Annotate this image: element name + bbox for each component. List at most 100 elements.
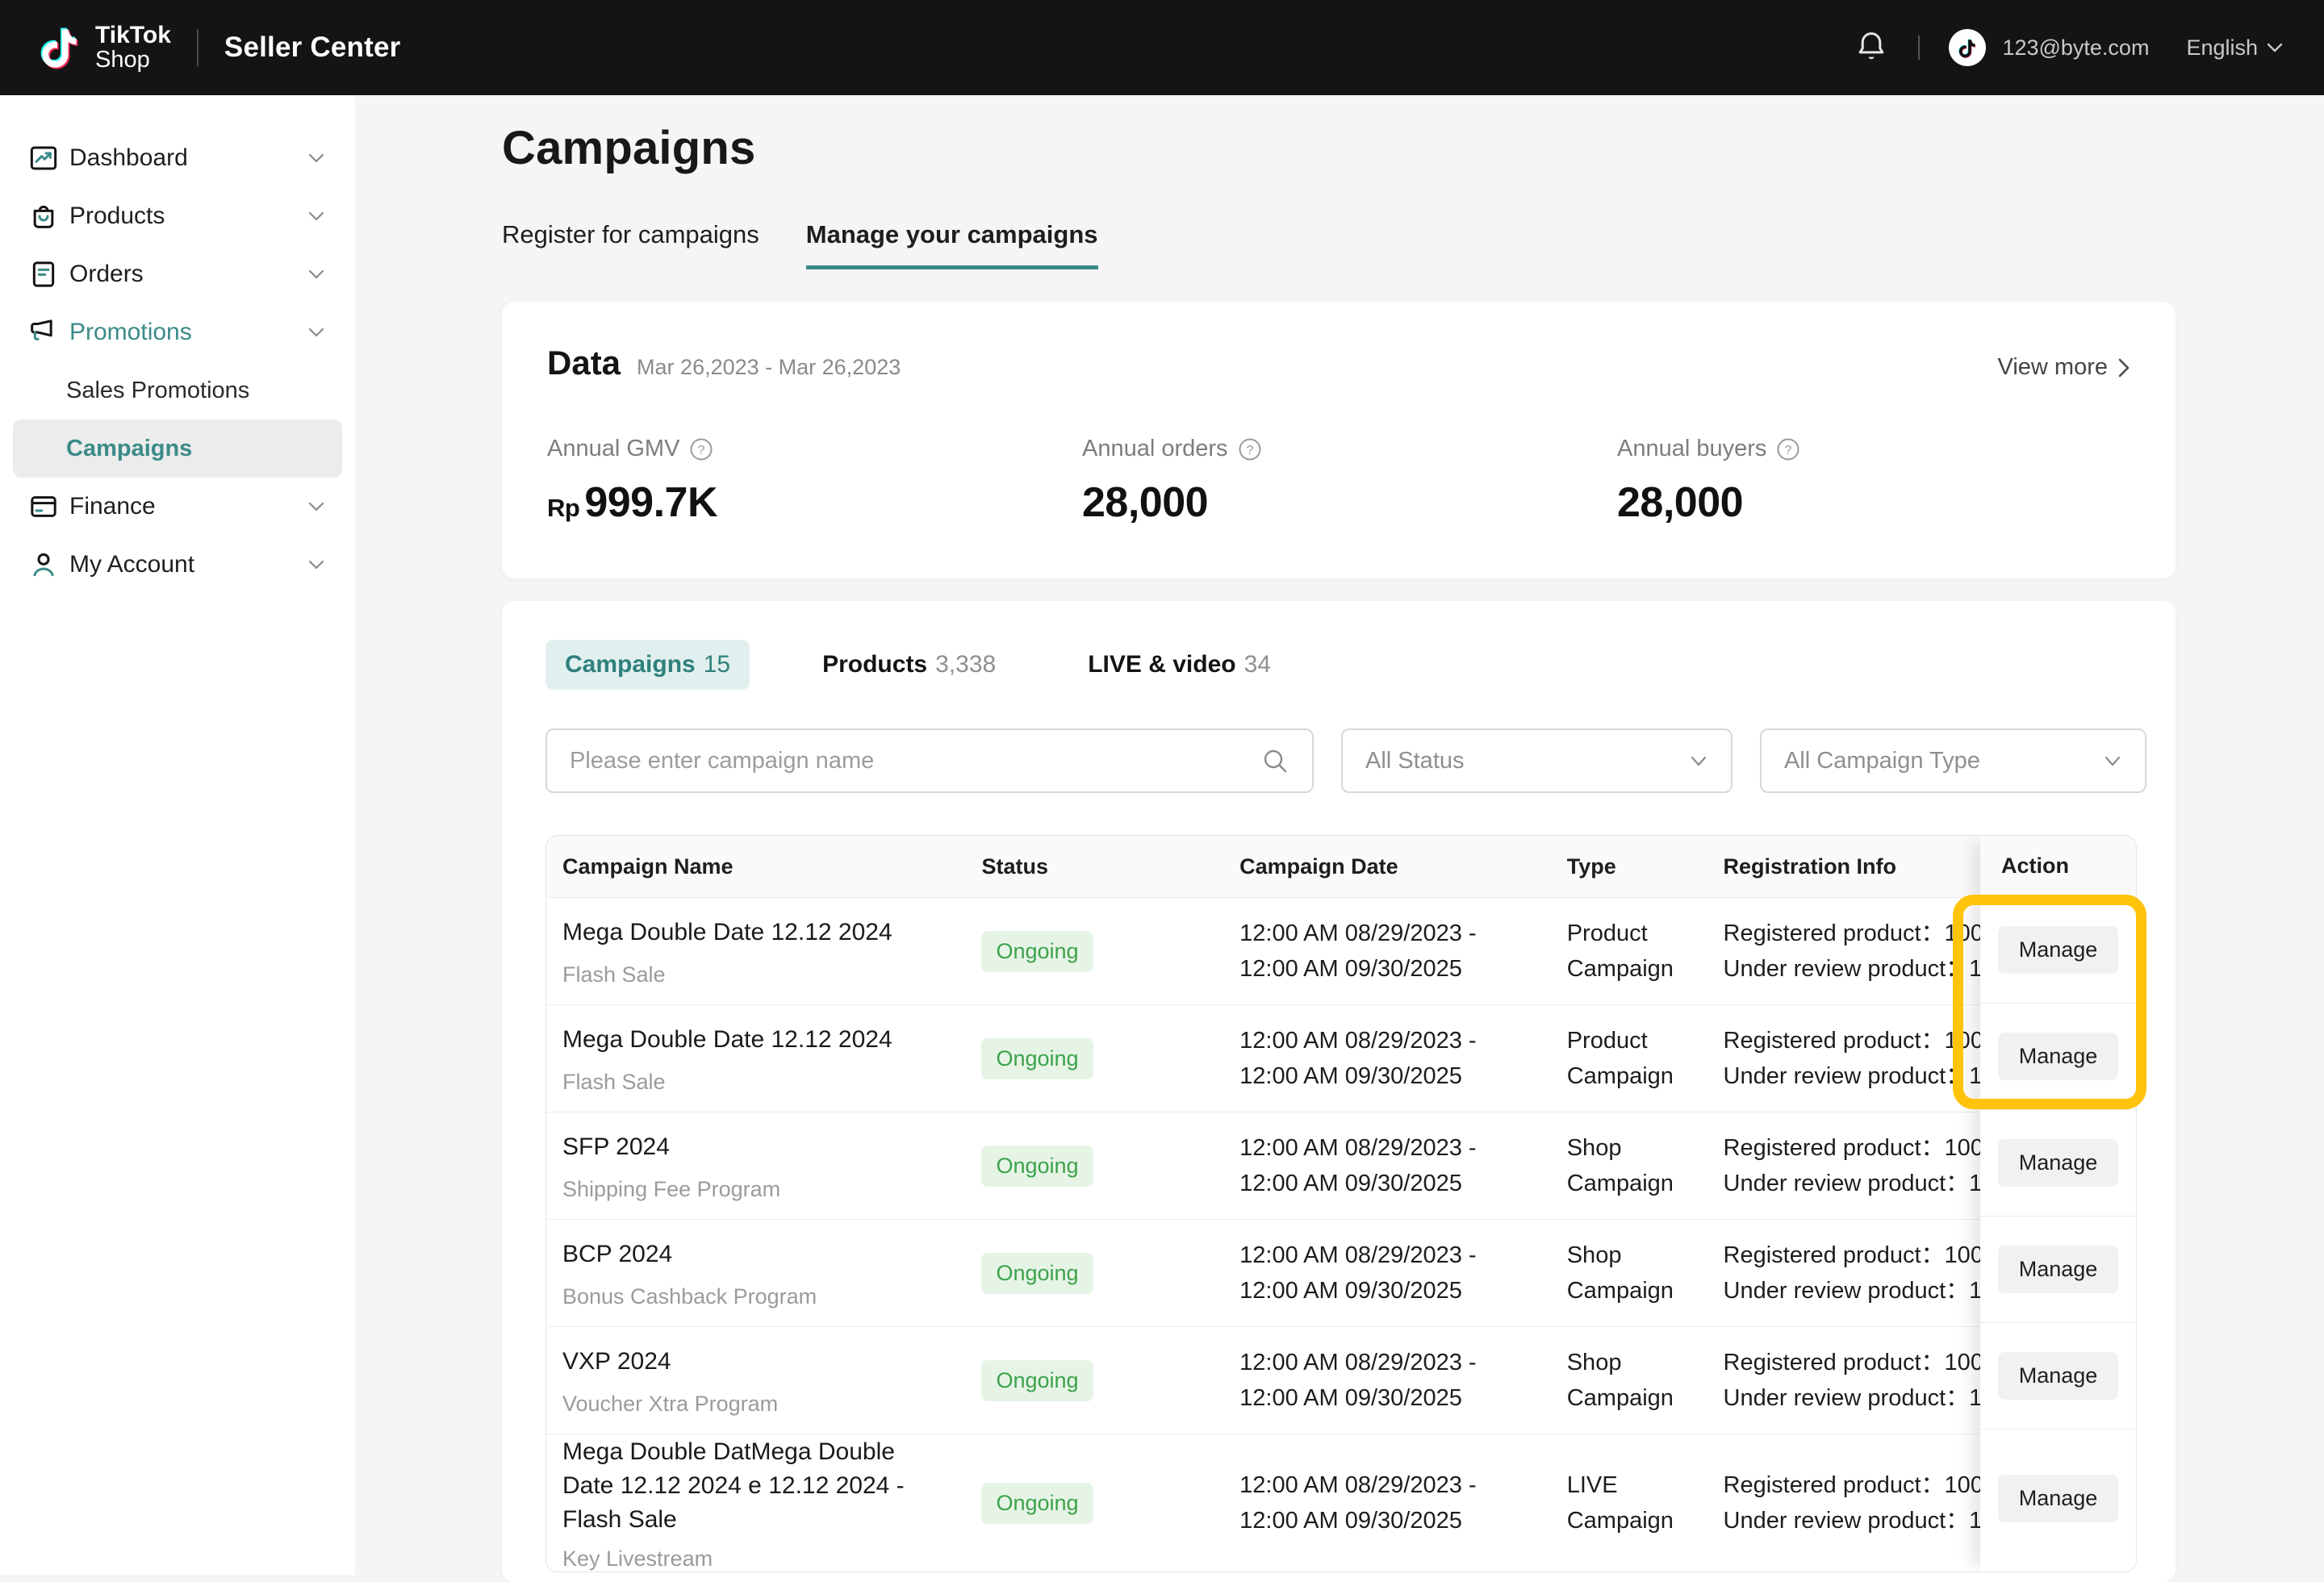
sidebar-item-orders[interactable]: Orders <box>13 245 342 303</box>
data-card: Data Mar 26,2023 - Mar 26,2023 View more… <box>502 302 2176 578</box>
manage-button[interactable]: Manage <box>1998 1352 2119 1400</box>
metric-value: 999.7K <box>584 479 717 526</box>
tab-register-for-campaigns[interactable]: Register for campaigns <box>502 220 759 269</box>
column-header-campaign-name: Campaign Name <box>546 854 968 879</box>
metric-annual-orders: Annual orders ? 28,000 <box>1082 436 1617 527</box>
column-header-action: Action <box>1980 836 2136 897</box>
table-header: Campaign Name Status Campaign Date Type … <box>546 836 2136 898</box>
action-cell: Manage <box>1980 1004 2136 1110</box>
view-more-link[interactable]: View more <box>1998 354 2130 381</box>
campaign-type-filter-select[interactable]: All Campaign Type <box>1760 728 2146 793</box>
sidebar-item-finance[interactable]: Finance <box>13 478 342 536</box>
sidebar-item-label: Products <box>69 202 165 230</box>
manage-button[interactable]: Manage <box>1998 1475 2119 1522</box>
status-badge: Ongoing <box>981 1253 1093 1294</box>
table-row[interactable]: Mega Double DatMega Double Date 12.12 20… <box>546 1434 2136 1572</box>
campaign-type-line2: Campaign <box>1567 1166 1711 1201</box>
metric-value: 28,000 <box>1082 479 1208 526</box>
tiktok-shop-logo[interactable]: TikTok Shop <box>39 22 171 73</box>
status-badge: Ongoing <box>981 1038 1093 1079</box>
manage-button[interactable]: Manage <box>1998 926 2119 974</box>
count-tab-label: Campaigns <box>565 651 696 678</box>
sidebar-item-my-account[interactable]: My Account <box>13 536 342 594</box>
chevron-down-icon <box>307 269 326 280</box>
metric-value: 28,000 <box>1617 479 1743 526</box>
help-icon[interactable]: ? <box>1238 437 1262 461</box>
manage-button[interactable]: Manage <box>1998 1033 2119 1080</box>
campaign-type-line2: Campaign <box>1567 1503 1711 1538</box>
sidebar-item-label: Promotions <box>69 319 192 346</box>
table-row[interactable]: VXP 2024 Voucher Xtra Program Ongoing 12… <box>546 1327 2136 1434</box>
column-header-type: Type <box>1557 854 1711 879</box>
campaign-type-line1: Product <box>1567 1023 1711 1058</box>
campaign-type-line1: Shop <box>1567 1345 1711 1380</box>
chevron-down-icon <box>2103 755 2122 767</box>
manage-button[interactable]: Manage <box>1998 1246 2119 1293</box>
sidebar-item-campaigns[interactable]: Campaigns <box>13 420 342 478</box>
tab-campaigns-count[interactable]: Campaigns 15 <box>545 640 750 690</box>
chevron-down-icon <box>307 152 326 164</box>
tab-products-count[interactable]: Products 3,338 <box>803 640 1015 690</box>
brand-wordmark: TikTok Shop <box>95 23 171 72</box>
search-icon[interactable] <box>1260 746 1289 775</box>
manage-button[interactable]: Manage <box>1998 1139 2119 1187</box>
campaign-date-start: 12:00 AM 08/29/2023 - <box>1239 1023 1557 1058</box>
metric-annual-buyers: Annual buyers ? 28,000 <box>1617 436 2152 527</box>
page-title: Campaigns <box>502 121 2176 175</box>
campaign-date-start: 12:00 AM 08/29/2023 - <box>1239 1467 1557 1503</box>
campaign-type-line2: Campaign <box>1567 1058 1711 1094</box>
help-icon[interactable]: ? <box>1776 437 1800 461</box>
view-more-label: View more <box>1998 354 2108 381</box>
table-row[interactable]: BCP 2024 Bonus Cashback Program Ongoing … <box>546 1220 2136 1327</box>
campaign-date-end: 12:00 AM 09/30/2025 <box>1239 951 1557 987</box>
status-badge: Ongoing <box>981 1146 1093 1187</box>
table-row[interactable]: SFP 2024 Shipping Fee Program Ongoing 12… <box>546 1112 2136 1220</box>
action-cell: Manage <box>1980 1430 2136 1567</box>
campaign-type-line1: Shop <box>1567 1238 1711 1273</box>
help-icon[interactable]: ? <box>689 437 713 461</box>
metric-label: Annual orders <box>1082 436 1228 462</box>
chevron-down-icon <box>2266 42 2284 53</box>
table-row[interactable]: Mega Double Date 12.12 2024 Flash Sale O… <box>546 1005 2136 1112</box>
main-content: Campaigns Register for campaigns Manage … <box>355 95 2324 1575</box>
sidebar-item-products[interactable]: Products <box>13 187 342 245</box>
campaign-type-line2: Campaign <box>1567 1273 1711 1309</box>
campaign-type-line1: LIVE <box>1567 1467 1711 1503</box>
chevron-down-icon <box>307 327 326 338</box>
campaign-type-line1: Product <box>1567 916 1711 951</box>
svg-text:?: ? <box>1246 444 1253 457</box>
campaign-type-line1: Shop <box>1567 1130 1711 1166</box>
sidebar-item-label: Orders <box>69 261 144 288</box>
campaign-date-start: 12:00 AM 08/29/2023 - <box>1239 1130 1557 1166</box>
campaign-name: Mega Double DatMega Double Date 12.12 20… <box>562 1435 950 1537</box>
language-selector[interactable]: English <box>2186 35 2284 61</box>
sidebar-item-sales-promotions[interactable]: Sales Promotions <box>13 361 342 420</box>
tab-live-video-count[interactable]: LIVE & video 34 <box>1068 640 1290 690</box>
campaign-name: BCP 2024 <box>562 1238 950 1271</box>
sidebar: Dashboard Products <box>0 95 355 1575</box>
sidebar-subitem-label: Sales Promotions <box>66 378 249 404</box>
sidebar-item-label: Finance <box>69 493 156 520</box>
sidebar-item-promotions[interactable]: Promotions <box>13 303 342 361</box>
campaign-name: VXP 2024 <box>562 1345 950 1379</box>
sidebar-item-dashboard[interactable]: Dashboard <box>13 129 342 187</box>
tab-manage-your-campaigns[interactable]: Manage your campaigns <box>806 220 1098 269</box>
count-tab-count: 3,338 <box>935 651 996 678</box>
language-label: English <box>2186 35 2258 61</box>
table-row[interactable]: Mega Double Date 12.12 2024 Flash Sale O… <box>546 898 2136 1005</box>
metric-annual-gmv: Annual GMV ? Rp999.7K <box>547 436 1082 527</box>
top-bar: TikTok Shop Seller Center 1 <box>0 0 2324 95</box>
orders-icon <box>27 258 60 290</box>
notification-bell-icon[interactable] <box>1854 29 1889 66</box>
campaign-date-end: 12:00 AM 09/30/2025 <box>1239 1380 1557 1416</box>
table-body: Mega Double Date 12.12 2024 Flash Sale O… <box>546 898 2136 1572</box>
count-tab-label: Products <box>822 651 927 678</box>
svg-text:?: ? <box>1785 444 1792 457</box>
status-filter-select[interactable]: All Status <box>1341 728 1733 793</box>
search-input[interactable] <box>545 728 1314 793</box>
campaign-name: Mega Double Date 12.12 2024 <box>562 916 950 950</box>
sidebar-item-label: Dashboard <box>69 144 188 172</box>
avatar[interactable] <box>1949 29 1986 66</box>
currency-prefix: Rp <box>547 494 579 522</box>
campaign-date-end: 12:00 AM 09/30/2025 <box>1239 1166 1557 1201</box>
